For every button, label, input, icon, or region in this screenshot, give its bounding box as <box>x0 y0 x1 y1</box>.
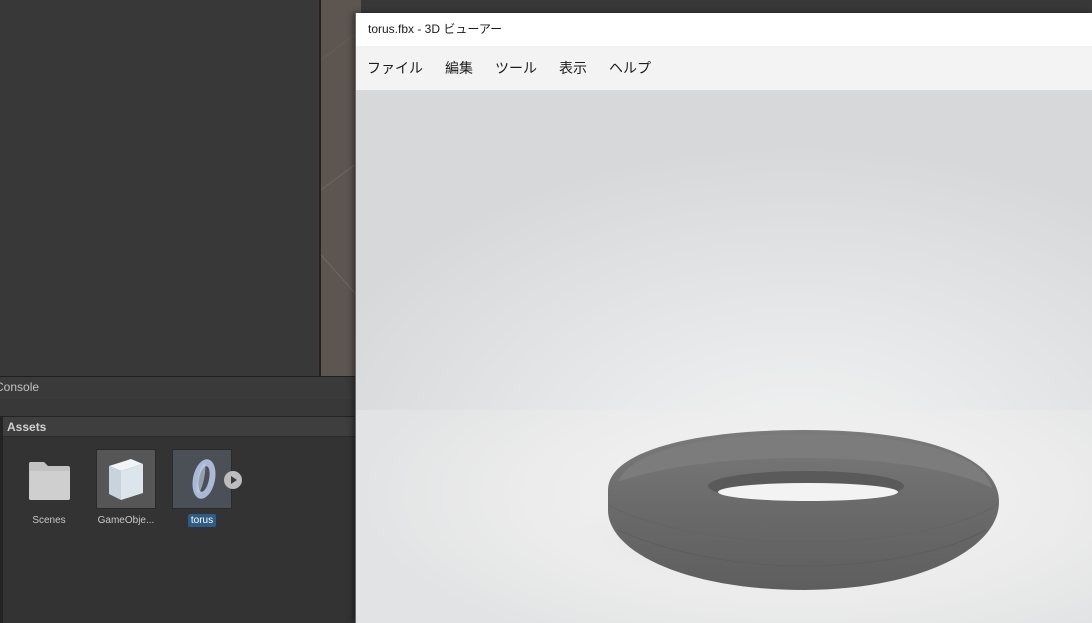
menu-bar: ファイル 編集 ツール 表示 ヘルプ <box>355 46 1092 90</box>
menu-tools[interactable]: ツール <box>495 46 537 90</box>
asset-scenes[interactable]: Scenes <box>14 449 84 527</box>
expand-play-icon[interactable] <box>224 471 242 489</box>
torus-icon <box>172 449 232 509</box>
cube-icon <box>96 449 156 509</box>
menu-edit[interactable]: 編集 <box>445 46 473 90</box>
folder-icon <box>19 449 79 509</box>
project-toolbar <box>0 399 360 417</box>
editor-hierarchy-panel <box>0 0 320 376</box>
menu-file[interactable]: ファイル <box>367 46 423 90</box>
asset-label: GameObje... <box>97 515 155 526</box>
asset-gameobject[interactable]: GameObje... <box>91 449 161 527</box>
menu-view[interactable]: 表示 <box>559 46 587 90</box>
assets-header: Assets <box>3 417 355 437</box>
viewer-window: torus.fbx - 3D ビューアー ファイル 編集 ツール 表示 ヘルプ <box>355 13 1092 623</box>
torus-model[interactable] <box>356 90 1092 623</box>
window-title: torus.fbx - 3D ビューアー <box>355 13 1092 46</box>
assets-panel-border <box>0 417 3 623</box>
menu-help[interactable]: ヘルプ <box>609 46 651 90</box>
asset-label-selected: torus <box>187 514 217 527</box>
3d-viewport[interactable] <box>356 90 1092 623</box>
console-tab[interactable]: Console <box>0 377 355 397</box>
asset-label: Scenes <box>32 515 66 526</box>
desktop: Console Assets Scenes GameObje... <box>0 0 1092 623</box>
viewer-window-border <box>355 13 356 623</box>
